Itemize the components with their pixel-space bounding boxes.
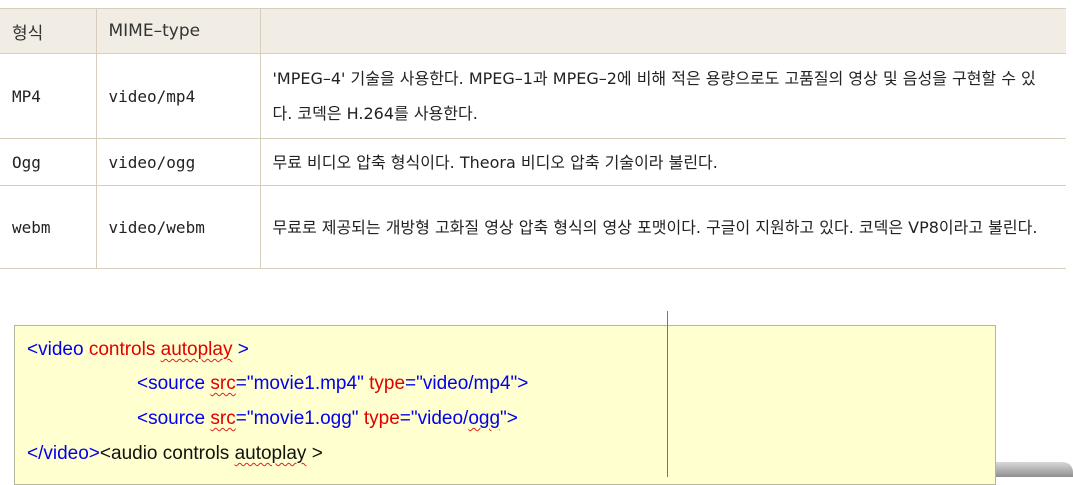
table-header-row: 형식 MIME–type <box>0 8 1066 54</box>
header-mime-type: MIME–type <box>95 8 260 54</box>
type-value: ="video/mp4"> <box>405 373 529 394</box>
header-format: 형식 <box>0 8 96 54</box>
table-row: webm video/webm 무료로 제공되는 개방형 고화질 영상 압축 형… <box>0 185 1066 269</box>
format-cell: webm <box>0 185 96 269</box>
format-cell: MP4 <box>0 53 96 139</box>
source-tag: <source <box>137 408 206 429</box>
description-cell: 무료 비디오 압축 형식이다. Theora 비디오 압축 기술이라 불린다. <box>259 138 1066 186</box>
video-open-tag: <video <box>27 339 84 360</box>
attr-src: src <box>210 408 236 429</box>
mime-cell: video/mp4 <box>95 53 260 139</box>
header-description <box>259 8 1066 54</box>
attr-type: type <box>363 408 400 429</box>
code-line-4: </video><audio controls autoplay > <box>27 442 323 466</box>
code-line-3: <source src="movie1.ogg" type="video/ogg… <box>137 407 518 431</box>
type-value-ogg: ogg <box>468 408 501 429</box>
type-value-end: "> <box>500 408 518 429</box>
description-cell: 'MPEG–4' 기술을 사용한다. MPEG–1과 MPEG–2에 비해 적은… <box>259 53 1066 139</box>
tag-close: > <box>232 339 249 360</box>
code-line-2: <source src="movie1.mp4" type="video/mp4… <box>137 372 528 396</box>
drop-shadow <box>996 462 1073 477</box>
attr-autoplay: autoplay <box>160 339 233 360</box>
attr-controls: controls <box>88 339 156 360</box>
video-close-tag: </video> <box>27 443 100 464</box>
format-cell: Ogg <box>0 138 96 186</box>
code-snippet-box[interactable]: <video controls autoplay > <source src="… <box>14 325 996 485</box>
source-tag: <source <box>137 373 206 394</box>
description-cell: 무료로 제공되는 개방형 고화질 영상 압축 형식의 영상 포맷이다. 구글이 … <box>259 185 1066 269</box>
audio-tag-close: > <box>306 443 323 464</box>
src-value: ="movie1.mp4" <box>235 373 364 394</box>
table-row: Ogg video/ogg 무료 비디오 압축 형식이다. Theora 비디오… <box>0 138 1066 186</box>
video-format-table: 형식 MIME–type MP4 video/mp4 'MPEG–4' 기술을 … <box>0 8 1066 269</box>
mime-cell: video/webm <box>95 185 260 269</box>
text-cursor-line <box>667 311 668 477</box>
type-value-start: ="video/ <box>399 408 469 429</box>
src-value: ="movie1.ogg" <box>235 408 359 429</box>
attr-autoplay-audio: autoplay <box>234 443 307 464</box>
table-row: MP4 video/mp4 'MPEG–4' 기술을 사용한다. MPEG–1과… <box>0 53 1066 139</box>
attr-type: type <box>369 373 406 394</box>
audio-open-tag: <audio controls <box>99 443 235 464</box>
attr-src: src <box>210 373 236 394</box>
mime-cell: video/ogg <box>95 138 260 186</box>
code-line-1: <video controls autoplay > <box>27 338 249 362</box>
